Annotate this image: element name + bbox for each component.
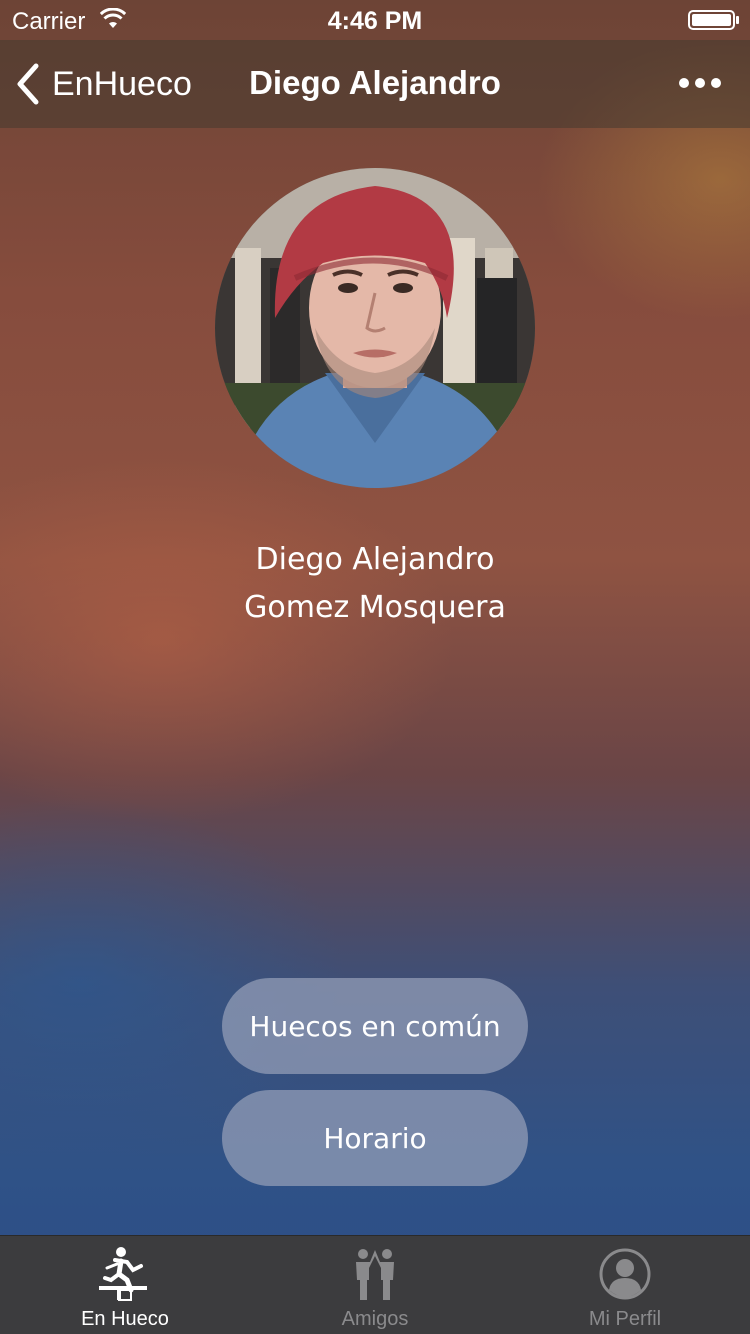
avatar-photo	[215, 168, 535, 488]
tab-label-mi-perfil: Mi Perfil	[588, 1308, 662, 1330]
last-names-label: Gomez Mosquera	[244, 590, 506, 625]
friend-profile-screen: Carrier 4:46 PM EnHueco Diego Alejandro	[0, 0, 750, 1334]
tab-bar: En Hueco Amigos Mi Perfil	[0, 1235, 750, 1334]
friends-icon	[356, 1249, 394, 1300]
common-gaps-button[interactable]: Huecos en común	[222, 978, 528, 1074]
battery-icon	[688, 10, 739, 30]
tab-amigos[interactable]: Amigos	[250, 1236, 500, 1334]
tab-label-amigos: Amigos	[341, 1308, 409, 1330]
tab-mi-perfil[interactable]: Mi Perfil	[500, 1236, 750, 1334]
tab-label-en-hueco: En Hueco	[81, 1308, 169, 1330]
profile-icon	[599, 1248, 651, 1300]
schedule-button[interactable]: Horario	[222, 1090, 528, 1186]
running-figure-icon	[99, 1247, 147, 1301]
navigation-bar: EnHueco Diego Alejandro	[0, 40, 750, 128]
status-bar: Carrier 4:46 PM	[0, 0, 750, 40]
first-names-label: Diego Alejandro	[255, 542, 495, 577]
profile-avatar	[215, 168, 535, 488]
more-options-icon[interactable]	[678, 70, 722, 96]
status-time: 4:46 PM	[327, 7, 423, 35]
page-title: Diego Alejandro	[249, 64, 501, 101]
tab-en-hueco[interactable]: En Hueco	[0, 1236, 250, 1334]
full-name: Diego Alejandro Gomez Mosquera	[0, 536, 750, 632]
